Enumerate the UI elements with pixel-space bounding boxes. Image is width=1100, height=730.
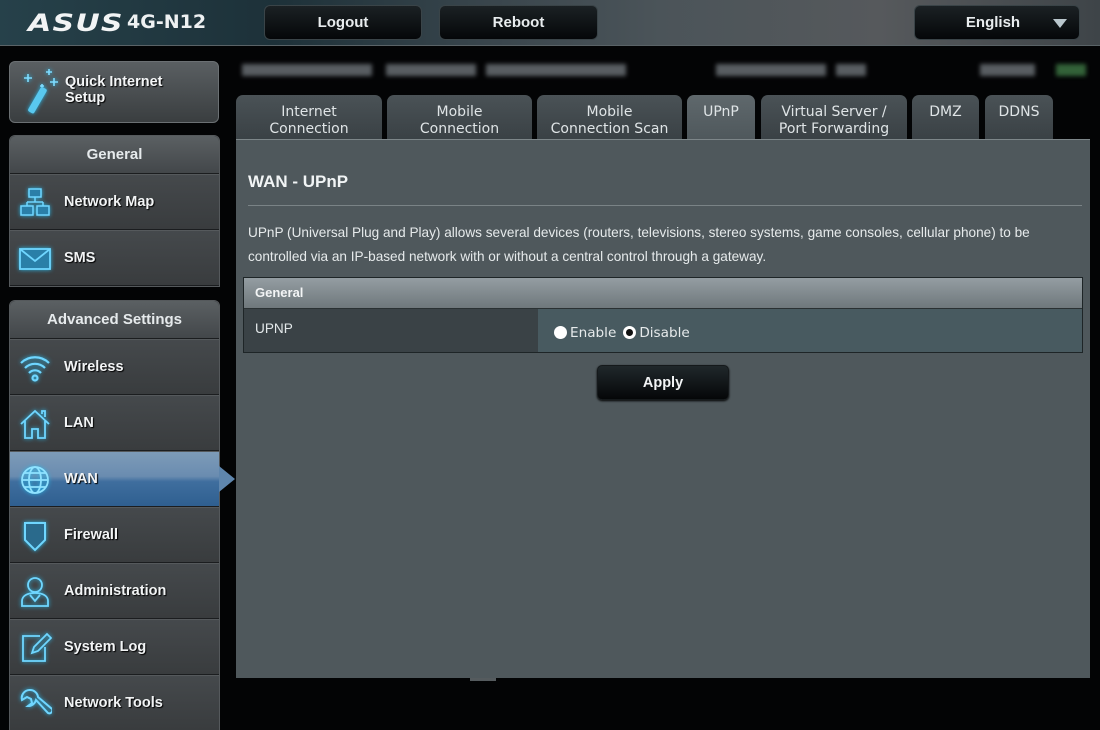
tab-internet-connection[interactable]: Internet Connection: [236, 95, 382, 139]
enable-radio[interactable]: [554, 326, 567, 339]
status-blurred-6: [980, 64, 1035, 76]
wrench-icon: [18, 687, 54, 721]
upnp-settings-table: General UPNP Enable Disable: [243, 277, 1083, 353]
tab-label: Virtual Server / Port Forwarding: [778, 104, 890, 137]
tab-label: Internet Connection: [269, 104, 349, 137]
sidebar-item-wan[interactable]: WAN: [10, 451, 235, 507]
tab-ddns[interactable]: DDNS: [985, 95, 1053, 139]
main-panel: WAN - UPnP UPnP (Universal Plug and Play…: [236, 139, 1090, 678]
tab-upnp[interactable]: UPnP: [687, 95, 755, 139]
house-icon: [18, 407, 52, 441]
sidebar-item-sms[interactable]: SMS: [10, 230, 219, 286]
sidebar-label: System Log: [64, 639, 147, 655]
sidebar-item-lan[interactable]: LAN: [10, 395, 219, 451]
quick-internet-setup-button[interactable]: Quick Internet Setup: [9, 61, 219, 123]
enable-label: Enable: [570, 324, 617, 341]
asus-logo: ASUS: [28, 9, 124, 37]
upnp-enable-option[interactable]: Enable: [554, 325, 616, 341]
tab-label: DDNS: [998, 104, 1040, 120]
tab-label: DMZ: [929, 104, 962, 120]
tab-virtual-server-port-forwarding[interactable]: Virtual Server / Port Forwarding: [761, 95, 907, 139]
sidebar-label: Administration: [64, 583, 167, 599]
upnp-setting-label: UPNP: [244, 309, 538, 352]
sidebar-item-firewall[interactable]: Firewall: [10, 507, 219, 563]
user-icon: [18, 575, 52, 609]
shield-icon: [18, 519, 52, 553]
model-name: 4G-N12: [127, 11, 207, 33]
title-divider: [248, 205, 1082, 206]
sidebar-label: Network Map: [64, 194, 155, 210]
upnp-radio-group: Enable Disable: [538, 309, 1082, 352]
tab-mobile-connection-scan[interactable]: Mobile Connection Scan: [537, 95, 682, 139]
sidebar-label: WAN: [64, 471, 98, 487]
sidebar-label: LAN: [64, 415, 94, 431]
scroll-handle[interactable]: [470, 678, 496, 681]
disable-radio[interactable]: [623, 326, 637, 339]
tab-dmz[interactable]: DMZ: [912, 95, 979, 139]
status-blurred-5: [836, 64, 866, 76]
page-title: WAN - UPnP: [248, 172, 349, 191]
advanced-settings-header: Advanced Settings: [10, 301, 219, 339]
sidebar-item-wireless[interactable]: Wireless: [10, 339, 219, 395]
network-map-icon: [18, 186, 52, 220]
sidebar-label: Wireless: [64, 359, 124, 375]
status-blurred-4: [716, 64, 826, 76]
magic-wand-icon: [20, 68, 62, 116]
edit-log-icon: [18, 631, 53, 665]
section-header: General: [244, 278, 1082, 309]
sidebar-label: Firewall: [64, 527, 118, 543]
sidebar-item-administration[interactable]: Administration: [10, 563, 219, 619]
tab-label: UPnP: [703, 104, 739, 120]
wifi-icon: [18, 351, 52, 385]
upnp-description: UPnP (Universal Plug and Play) allows se…: [248, 225, 1030, 264]
quick-internet-setup-label: Quick Internet Setup: [65, 74, 163, 106]
sidebar-item-system-log[interactable]: System Log: [10, 619, 219, 675]
general-menu: General Network Map SMS: [9, 135, 220, 287]
sidebar-label: Network Tools: [64, 695, 163, 711]
status-indicator: [1056, 64, 1086, 76]
globe-icon: [18, 463, 52, 497]
upnp-disable-option[interactable]: Disable: [623, 324, 690, 341]
status-bar: [236, 58, 1096, 80]
language-select[interactable]: English: [914, 5, 1080, 40]
sidebar-label: SMS: [64, 250, 96, 266]
reboot-button[interactable]: Reboot: [439, 5, 598, 40]
advanced-settings-menu: Advanced Settings Wireless LAN WAN Firew…: [9, 300, 235, 730]
qis-label-line2: Setup: [65, 90, 106, 106]
general-header: General: [10, 136, 219, 174]
status-blurred-1: [242, 64, 372, 76]
disable-label: Disable: [639, 324, 690, 341]
status-blurred-3: [486, 64, 626, 76]
sidebar-item-network-tools[interactable]: Network Tools: [10, 675, 219, 730]
tab-mobile-connection[interactable]: Mobile Connection: [387, 95, 532, 139]
status-blurred-2: [386, 64, 476, 76]
logout-button[interactable]: Logout: [264, 5, 422, 40]
apply-button[interactable]: Apply: [597, 365, 729, 400]
table-row: UPNP Enable Disable: [244, 309, 1082, 352]
chevron-down-icon: [1053, 19, 1067, 28]
language-value: English: [965, 14, 1021, 31]
sidebar-item-network-map[interactable]: Network Map: [10, 174, 219, 230]
qis-label-line1: Quick Internet: [65, 74, 163, 90]
envelope-icon: [18, 242, 52, 276]
tab-label: Mobile Connection: [419, 104, 500, 137]
tab-label: Mobile Connection Scan: [550, 104, 669, 137]
